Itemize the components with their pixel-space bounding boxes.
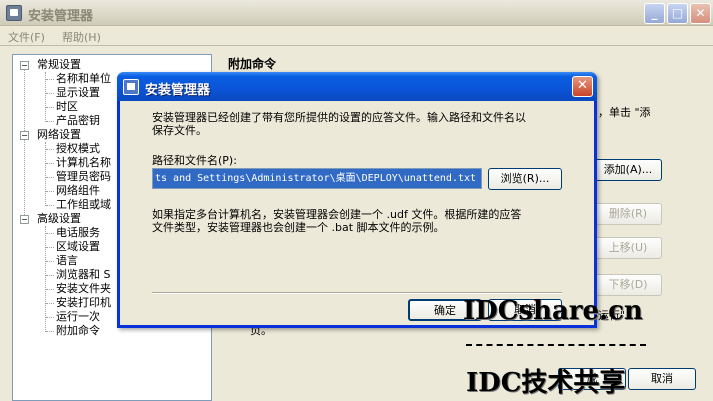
tree-item[interactable]: 工作组或域 [56, 198, 111, 212]
tree-guide-line [46, 205, 54, 206]
add-button[interactable]: 添加(A)... [594, 159, 662, 181]
tree-item[interactable]: 名称和单位 [56, 72, 111, 86]
tree-guide-line [46, 317, 54, 318]
tree-item[interactable]: 计算机名称 [56, 156, 111, 170]
tree-item[interactable]: 安装打印机 [56, 296, 111, 310]
tree-guide-line [46, 79, 54, 80]
main-window-title: 安装管理器 [28, 9, 94, 24]
menu-bar: 文件(F) 帮助(H) [0, 26, 713, 46]
dialog-separator [152, 292, 562, 294]
move-down-button[interactable]: 下移(D) [594, 274, 662, 296]
dialog-note-line-1: 如果指定多台计算机名，安装管理器会创建一个 .udf 文件。根据所建的应答 [152, 208, 522, 221]
dialog-intro-line-2: 保存文件。 [152, 124, 207, 137]
move-up-button[interactable]: 上移(U) [594, 237, 662, 259]
tree-group-general[interactable]: 常规设置 [37, 58, 81, 72]
dialog-app-icon [123, 79, 139, 95]
tree-item[interactable]: 电话服务 [56, 226, 100, 240]
save-dialog: 安装管理器 ✕ 安装管理器已经创建了带有您所提供的设置的应答文件。输入路径和文件… [117, 72, 597, 328]
tree-guide-line [46, 233, 54, 234]
tree-item[interactable]: 时区 [56, 100, 78, 114]
tree-item-selected[interactable]: 附加命令 [56, 324, 100, 338]
tree-item[interactable]: 授权模式 [56, 142, 100, 156]
dialog-body: 安装管理器已经创建了带有您所提供的设置的应答文件。输入路径和文件名以 保存文件。… [120, 101, 594, 325]
menu-file[interactable]: 文件(F) [8, 29, 45, 45]
tree-item[interactable]: 网络组件 [56, 184, 100, 198]
tree-guide-line [46, 289, 54, 290]
tree-guide-line [24, 66, 25, 221]
expand-icon[interactable]: − [20, 61, 29, 70]
tree-item[interactable]: 管理员密码 [56, 170, 111, 184]
main-window: 安装管理器 _ □ ✕ 文件(F) 帮助(H) − 常规设置 名称和单位 显示设… [0, 0, 713, 401]
tree-guide-line [46, 107, 54, 108]
expand-icon[interactable]: − [20, 215, 29, 224]
tree-guide-line [46, 121, 54, 122]
tree-item[interactable]: 安装文件夹 [56, 282, 111, 296]
tree-guide-line [46, 93, 54, 94]
dialog-close-button[interactable]: ✕ [572, 76, 593, 97]
description-text-fragment: ，单击 "添 [598, 106, 651, 119]
dialog-title: 安装管理器 [145, 83, 211, 98]
tree-guide-line [46, 303, 54, 304]
expand-icon[interactable]: − [20, 131, 29, 140]
browse-button[interactable]: 浏览(R)... [488, 168, 562, 190]
tree-guide-line [46, 275, 54, 276]
path-label: 路径和文件名(P): [152, 154, 237, 167]
cancel-button[interactable]: 取消 [628, 368, 696, 390]
watermark-slogan: IDC技术共享 [466, 368, 626, 398]
tree-guide-line [46, 331, 54, 332]
tree-guide-line [46, 149, 54, 150]
tree-group-advanced[interactable]: 高级设置 [37, 212, 81, 226]
dialog-title-bar[interactable]: 安装管理器 ✕ [117, 72, 597, 101]
tree-item[interactable]: 产品密钥 [56, 114, 100, 128]
dialog-note-line-2: 文件类型，安装管理器也会创建一个 .bat 脚本文件的示例。 [152, 221, 445, 234]
tree-guide-line [46, 177, 54, 178]
watermark-domain: IDCshare.cn [463, 296, 643, 326]
page-title: 附加命令 [228, 57, 277, 71]
maximize-button[interactable]: □ [667, 3, 688, 24]
main-title-bar[interactable]: 安装管理器 _ □ ✕ [0, 0, 713, 26]
watermark-underline [466, 344, 646, 346]
tree-item[interactable]: 运行一次 [56, 310, 100, 324]
tree-group-network[interactable]: 网络设置 [37, 128, 81, 142]
delete-button[interactable]: 删除(R) [594, 203, 662, 225]
close-button[interactable]: ✕ [690, 3, 711, 24]
tree-guide-line [46, 163, 54, 164]
tree-item[interactable]: 区域设置 [56, 240, 100, 254]
menu-help[interactable]: 帮助(H) [62, 29, 101, 45]
tree-guide-line [46, 247, 54, 248]
dialog-intro-line-1: 安装管理器已经创建了带有您所提供的设置的应答文件。输入路径和文件名以 [152, 111, 526, 124]
tree-guide-line [45, 142, 46, 206]
tree-item[interactable]: 显示设置 [56, 86, 100, 100]
path-input[interactable]: ts and Settings\Administrator\桌面\DEPLOY\… [152, 168, 482, 189]
tree-item[interactable]: 浏览器和 S [56, 268, 110, 282]
tree-guide-line [46, 261, 54, 262]
minimize-button[interactable]: _ [644, 3, 665, 24]
tree-guide-line [46, 191, 54, 192]
tree-item[interactable]: 语言 [56, 254, 78, 268]
app-icon [6, 5, 22, 21]
